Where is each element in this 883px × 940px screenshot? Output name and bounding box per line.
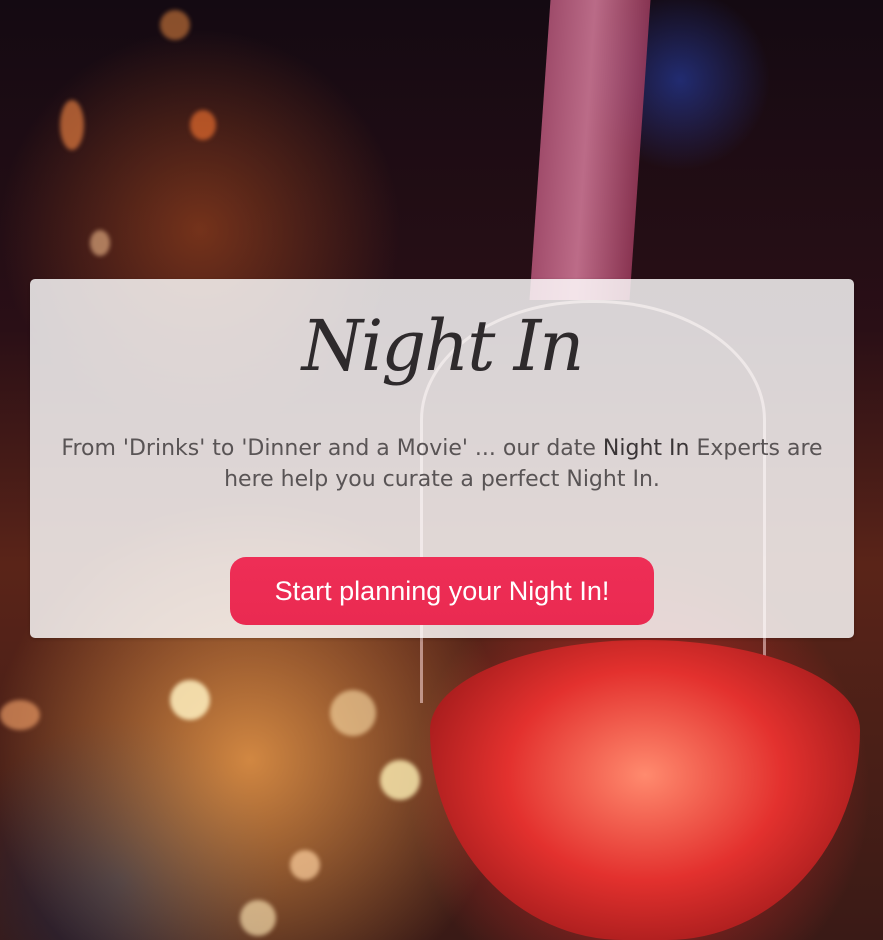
bokeh-light: [170, 680, 210, 720]
bokeh-light: [380, 760, 420, 800]
wine-in-glass: [430, 640, 860, 940]
bokeh-light: [160, 10, 190, 40]
bokeh-light: [240, 900, 276, 936]
bokeh-light: [190, 110, 216, 140]
page-title: Night In: [301, 305, 585, 387]
bokeh-light: [330, 690, 376, 736]
hero-tagline: From 'Drinks' to 'Dinner and a Movie' ..…: [50, 433, 834, 495]
tagline-highlight: Night In: [602, 436, 690, 461]
tagline-text-start: From 'Drinks' to 'Dinner and a Movie' ..…: [61, 436, 603, 461]
bokeh-light: [60, 100, 84, 150]
bokeh-light: [90, 230, 110, 256]
bokeh-light: [0, 700, 40, 730]
start-planning-button[interactable]: Start planning your Night In!: [230, 557, 654, 625]
candle-shape: [529, 0, 651, 300]
bokeh-light: [290, 850, 320, 880]
hero-card: Night In From 'Drinks' to 'Dinner and a …: [30, 279, 854, 638]
